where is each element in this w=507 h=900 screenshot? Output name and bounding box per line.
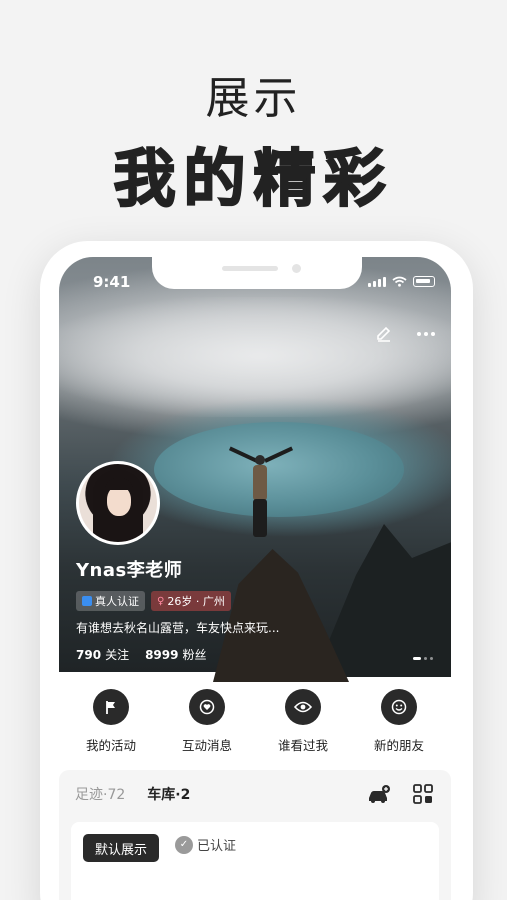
status-icons	[368, 276, 435, 287]
add-car-icon[interactable]	[367, 782, 391, 806]
phone-screen: 9:41 Ynas李老师 真人认证 ♀ 26岁 · 广州 有谁想去秋名山露营，车…	[59, 257, 451, 900]
battery-icon	[413, 276, 435, 287]
eye-icon	[285, 689, 321, 725]
headline-line1: 展示	[205, 73, 302, 124]
grid-icon[interactable]	[411, 782, 435, 806]
quick-action-activity[interactable]: 我的活动	[67, 689, 155, 754]
heart-icon	[189, 689, 225, 725]
status-time: 9:41	[93, 273, 131, 291]
headline-line2: 我的精彩	[112, 141, 394, 216]
wifi-icon	[392, 276, 407, 287]
smile-icon	[381, 689, 417, 725]
garage-section: 足迹·72 车库·2 默认展示 ✓ 已认证	[59, 770, 451, 900]
quick-action-new-friends[interactable]: 新的朋友	[355, 689, 443, 754]
signal-icon	[368, 276, 386, 287]
following-count: 790	[76, 648, 102, 662]
info-badge: ♀ 26岁 · 广州	[151, 591, 231, 611]
tab-garage[interactable]: 车库·2	[147, 784, 190, 804]
certified-icon: ✓	[175, 835, 193, 854]
fans-stat[interactable]: 8999 粉丝	[145, 646, 206, 663]
edit-icon[interactable]	[373, 323, 395, 345]
hiker-figure	[228, 446, 294, 545]
verified-icon	[82, 596, 92, 606]
cover-page-indicator	[413, 657, 433, 660]
quick-action-visitors[interactable]: 谁看过我	[259, 689, 347, 754]
certified-badge: ✓ 已认证	[175, 835, 236, 854]
flag-icon	[93, 689, 129, 725]
more-icon[interactable]	[415, 323, 437, 345]
quick-action-label: 谁看过我	[277, 738, 328, 753]
bio-text: 有谁想去秋名山露营，车友快点来玩...	[76, 621, 280, 635]
default-display-tag: 默认展示	[83, 834, 160, 862]
username: Ynas李老师	[76, 560, 183, 581]
quick-action-label: 我的活动	[85, 738, 136, 753]
quick-action-label: 新的朋友	[373, 738, 424, 753]
avatar[interactable]	[76, 461, 160, 545]
vehicle-card[interactable]: 默认展示 ✓ 已认证	[71, 822, 439, 900]
quick-actions: 我的活动 互动消息 谁看过我 新的朋友	[59, 689, 451, 754]
certified-label: 已认证	[197, 839, 237, 854]
following-stat[interactable]: 790 关注	[76, 646, 129, 663]
quick-action-label: 互动消息	[181, 738, 232, 753]
quick-action-messages[interactable]: 互动消息	[163, 689, 251, 754]
fans-label: 粉丝	[182, 648, 207, 662]
profile-cover-image[interactable]: 9:41 Ynas李老师 真人认证 ♀ 26岁 · 广州 有谁想去秋名山露营，车…	[59, 257, 451, 682]
info-label: 26岁 · 广州	[167, 595, 225, 608]
female-icon: ♀	[157, 595, 165, 607]
verified-badge: 真人认证	[76, 591, 145, 611]
following-label: 关注	[105, 648, 130, 662]
tab-footprint[interactable]: 足迹·72	[75, 784, 125, 804]
phone-notch	[152, 257, 362, 289]
fans-count: 8999	[145, 648, 179, 662]
verified-label: 真人认证	[95, 595, 139, 608]
